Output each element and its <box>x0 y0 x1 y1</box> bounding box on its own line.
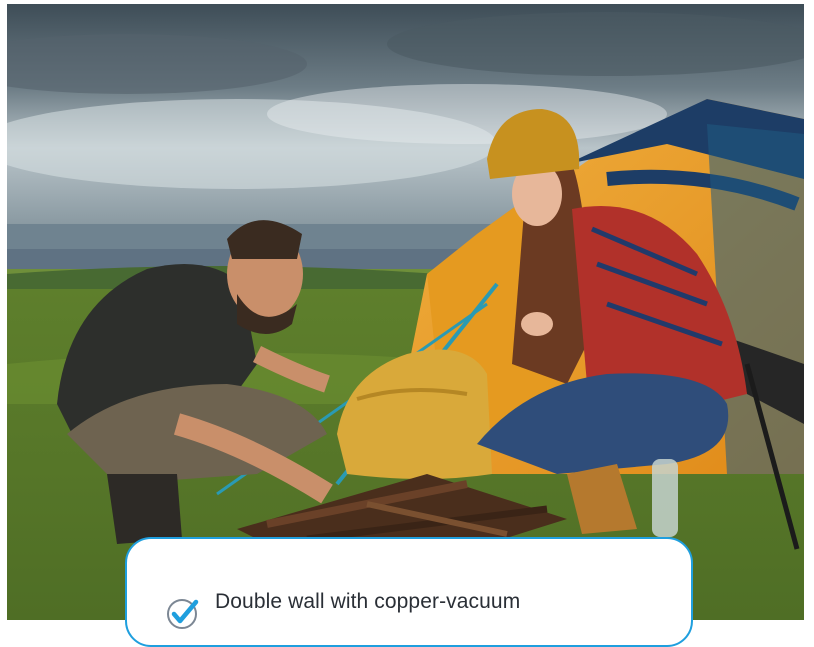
feature-text: Double wall with copper-vacuum <box>215 590 521 613</box>
hero-photo <box>7 4 804 620</box>
feature-card: Double wall with copper-vacuum <box>125 537 693 647</box>
feature-item: Double wall with copper-vacuum <box>165 589 520 631</box>
camping-scene-illustration <box>7 4 804 620</box>
check-circle-icon <box>167 599 199 629</box>
